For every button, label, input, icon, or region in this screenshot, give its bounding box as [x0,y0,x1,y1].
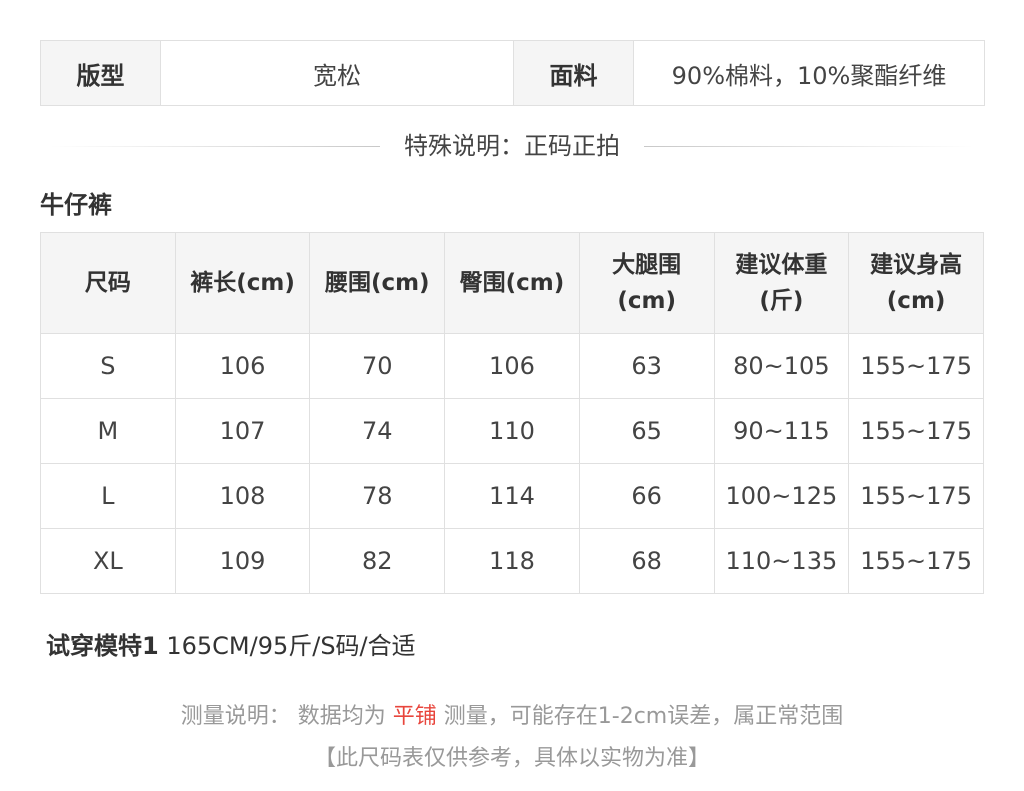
special-note: 特殊说明：正码正拍 [394,126,630,166]
table-cell: 90~115 [713,398,850,464]
table-cell: 109 [174,528,311,594]
table-cell: 114 [444,463,580,529]
table-cell: 66 [578,463,715,529]
table-cell: 155~175 [848,463,984,529]
table-cell: 68 [578,528,715,594]
model-label: 试穿模特1 [46,632,159,660]
measurement-notes: 测量说明： 数据均为 平铺 测量，可能存在1-2cm误差，属正常范围 【此尺码表… [0,696,1024,780]
table-cell: 63 [578,333,715,399]
table-row: XL 109 82 118 68 110~135 155~175 [40,528,984,594]
size-table-header-cell: 大腿围 (cm) [578,232,715,334]
size-table-header-cell: 尺码 [40,232,176,334]
attribute-table: 版型 宽松 面料 90%棉料，10%聚酯纤维 [40,40,985,106]
table-cell: 106 [444,333,580,399]
table-cell: 74 [309,398,446,464]
table-cell: 155~175 [848,333,984,399]
table-cell: 155~175 [848,398,984,464]
table-cell: S [40,333,176,399]
fit-value: 宽松 [160,40,514,106]
size-chart: 版型 宽松 面料 90%棉料，10%聚酯纤维 特殊说明：正码正拍 牛仔裤 尺码 裤… [40,40,985,594]
section-title: 牛仔裤 [40,191,112,219]
size-table: 尺码 裤长(cm) 腰围(cm) 臀围(cm) 大腿围 (cm) 建议体重 (斤) 建议身高 (c… [40,232,984,594]
model-details: 165CM/95斤/S码/合适 [158,632,416,660]
table-cell: M [40,398,176,464]
table-cell: 110~135 [713,528,850,594]
header-line: 腰围(cm) [324,270,430,296]
fabric-value: 90%棉料，10%聚酯纤维 [633,40,985,106]
table-cell: 82 [309,528,446,594]
fit-label: 版型 [40,40,161,106]
size-table-header-cell: 建议身高 (cm) [848,232,984,334]
table-cell: 155~175 [848,528,984,594]
table-cell: 80~105 [713,333,850,399]
size-table-header-row: 尺码 裤长(cm) 腰围(cm) 臀围(cm) 大腿围 (cm) 建议体重 (斤) 建议身高 (c… [40,232,984,334]
header-unit-line: (斤) [759,288,804,314]
size-table-header-cell: 裤长(cm) [174,232,311,334]
table-row: S 106 70 106 63 80~105 155~175 [40,333,984,399]
header-line: 裤长(cm) [190,270,295,296]
divider-line-left [50,146,380,147]
table-cell: 107 [174,398,311,464]
header-line: 尺码 [84,270,131,296]
header-line: 臀围(cm) [459,270,565,296]
header-line: 大腿围 [612,252,682,278]
size-table-body: S 106 70 106 63 80~105 155~175 M 107 74 110 65 90~11… [40,333,984,594]
table-cell: 110 [444,398,580,464]
header-unit-line: (cm) [886,288,946,314]
measurement-note-prefix: 测量说明： 数据均为 [180,704,393,729]
table-row: M 107 74 110 65 90~115 155~175 [40,398,984,464]
header-line: 建议身高 [870,252,963,278]
measurement-note-highlight: 平铺 [392,704,437,729]
header-line: 建议体重 [735,252,828,278]
table-cell: L [40,463,176,529]
measurement-note: 测量说明： 数据均为 平铺 测量，可能存在1-2cm误差，属正常范围 [0,696,1024,738]
table-cell: 70 [309,333,446,399]
table-cell: 106 [174,333,311,399]
table-cell: XL [40,528,176,594]
table-cell: 100~125 [713,463,850,529]
table-row: L 108 78 114 66 100~125 155~175 [40,463,984,529]
disclaimer: 【此尺码表仅供参考，具体以实物为准】 [313,746,710,771]
size-table-header-cell: 建议体重 (斤) [713,232,850,334]
table-cell: 65 [578,398,715,464]
table-cell: 118 [444,528,580,594]
table-cell: 108 [174,463,311,529]
divider-line-right [644,146,974,147]
special-note-divider: 特殊说明：正码正拍 [40,126,984,166]
attribute-row: 版型 宽松 面料 90%棉料，10%聚酯纤维 [40,40,985,106]
fabric-label: 面料 [513,40,634,106]
size-table-header-cell: 腰围(cm) [309,232,446,334]
measurement-note-suffix: 测量，可能存在1-2cm误差，属正常范围 [436,704,844,729]
header-unit-line: (cm) [617,288,676,314]
model-info: 试穿模特1 165CM/95斤/S码/合适 [46,628,416,664]
table-cell: 78 [309,463,446,529]
size-table-header-cell: 臀围(cm) [444,232,580,334]
